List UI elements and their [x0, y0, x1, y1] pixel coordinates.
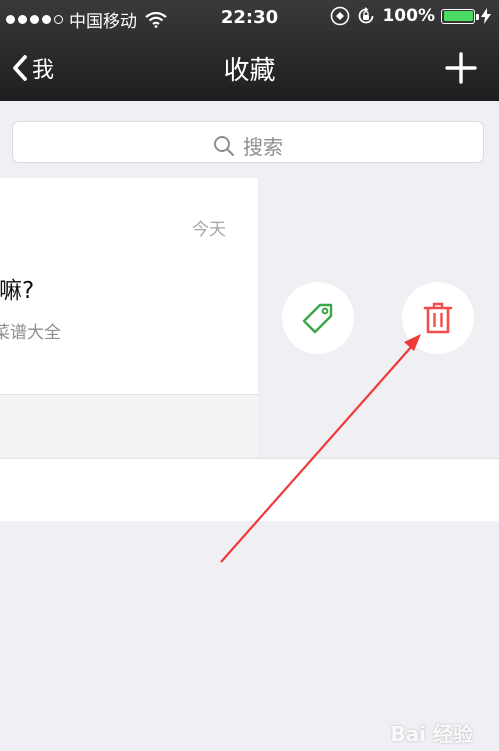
- page-title: 收藏: [223, 56, 276, 86]
- sync-icon: [331, 6, 350, 26]
- favorite-card[interactable]: 今天 干嘛? 国菜谱大全: [0, 178, 258, 394]
- favorite-date: 今天: [192, 220, 226, 240]
- watermark-logo: Bai 经验: [390, 718, 473, 747]
- search-placeholder: 搜索: [243, 135, 283, 159]
- plus-icon[interactable]: [443, 50, 479, 86]
- tag-icon: [302, 303, 333, 334]
- search-icon: [214, 135, 235, 156]
- favorite-list-item: 今天 干嘛? 国菜谱大全: [0, 178, 499, 457]
- top-bar: 中国移动 22:30 100% 我 收藏: [0, 0, 499, 101]
- battery-percentage: 100%: [382, 6, 435, 26]
- status-right: 100%: [330, 6, 491, 26]
- search-placeholder-group: 搜索: [13, 131, 483, 160]
- battery-icon: [441, 8, 479, 24]
- trash-icon: [423, 302, 453, 334]
- status-bar: 中国移动 22:30 100%: [0, 0, 499, 34]
- favorite-card-footer: [0, 394, 258, 457]
- delete-button[interactable]: [402, 282, 474, 354]
- tag-button[interactable]: [282, 282, 354, 354]
- search-input[interactable]: 搜索: [12, 121, 484, 163]
- favorite-title: 干嘛?: [0, 278, 35, 304]
- list-item[interactable]: [0, 458, 499, 521]
- charging-bolt-icon: [481, 8, 491, 24]
- battery-level-fill: [443, 11, 473, 21]
- watermark-text: Bai 经验: [390, 722, 473, 746]
- favorite-source: 国菜谱大全: [0, 323, 61, 343]
- rotation-lock-icon: [359, 7, 374, 24]
- navigation-bar: 我 收藏: [0, 34, 499, 101]
